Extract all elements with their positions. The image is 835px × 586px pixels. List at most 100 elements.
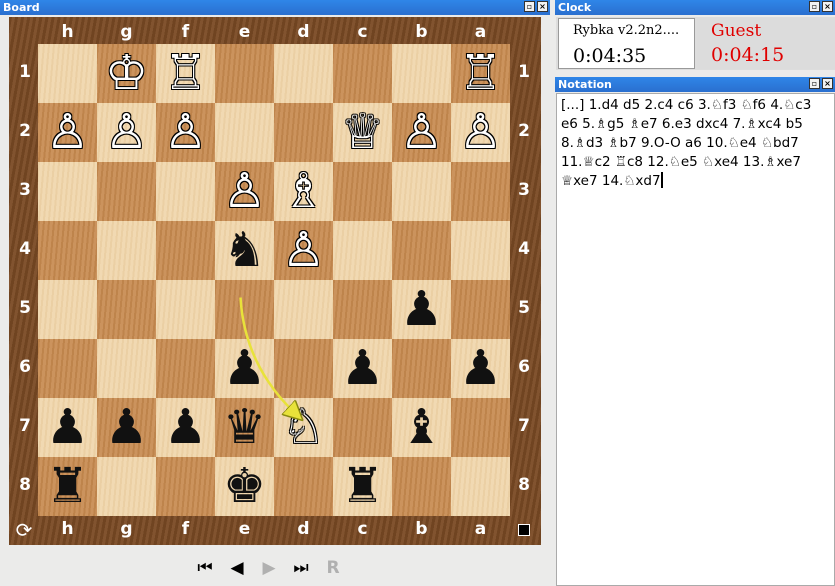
text-cursor xyxy=(660,172,663,188)
square-g4[interactable] xyxy=(97,221,156,280)
board-panel-title: Board ▫ × xyxy=(0,0,550,15)
square-a8[interactable] xyxy=(451,457,510,516)
black-king-e8[interactable]: ♚ xyxy=(215,457,274,516)
black-queen-e7[interactable]: ♛ xyxy=(215,398,274,457)
notation-box[interactable]: [...] 1.d4 d5 2.c4 c6 3.♘f3 ♘f6 4.♘c3 e6… xyxy=(556,93,835,586)
square-f5[interactable] xyxy=(156,280,215,339)
notation-panel-window-buttons: ▫ × xyxy=(809,78,833,89)
white-pawn-h2[interactable]: ♙ xyxy=(38,103,97,162)
resume-button[interactable]: R xyxy=(323,558,343,578)
notation-text[interactable]: [...] 1.d4 d5 2.c4 c6 3.♘f3 ♘f6 4.♘c3 e6… xyxy=(557,94,834,191)
undock-icon[interactable]: ▫ xyxy=(809,1,820,12)
square-g6[interactable] xyxy=(97,339,156,398)
undock-icon[interactable]: ▫ xyxy=(524,1,535,12)
rank-label-1: 1 xyxy=(19,62,31,82)
prev-move-button[interactable]: ◀ xyxy=(227,558,247,578)
white-rook-f1[interactable]: ♖ xyxy=(156,44,215,103)
white-pawn-a2[interactable]: ♙ xyxy=(451,103,510,162)
square-d2[interactable] xyxy=(274,103,333,162)
square-b1[interactable] xyxy=(392,44,451,103)
file-label-a: a xyxy=(474,22,487,42)
rank-label-4: 4 xyxy=(19,239,31,259)
black-pawn-e6[interactable]: ♟ xyxy=(215,339,274,398)
white-pawn-e3[interactable]: ♙ xyxy=(215,162,274,221)
white-king-g1[interactable]: ♔ xyxy=(97,44,156,103)
black-rook-h8[interactable]: ♜ xyxy=(38,457,97,516)
square-e5[interactable] xyxy=(215,280,274,339)
file-label-d: d xyxy=(297,519,310,539)
square-f8[interactable] xyxy=(156,457,215,516)
square-d8[interactable] xyxy=(274,457,333,516)
square-g3[interactable] xyxy=(97,162,156,221)
black-rook-c8[interactable]: ♜ xyxy=(333,457,392,516)
square-d5[interactable] xyxy=(274,280,333,339)
black-bishop-b7[interactable]: ♝ xyxy=(392,398,451,457)
square-g8[interactable] xyxy=(97,457,156,516)
black-pawn-g7[interactable]: ♟ xyxy=(97,398,156,457)
close-icon[interactable]: × xyxy=(822,1,833,12)
file-label-e: e xyxy=(238,22,251,42)
square-a7[interactable] xyxy=(451,398,510,457)
square-g5[interactable] xyxy=(97,280,156,339)
rank-label-8: 8 xyxy=(518,475,530,495)
square-a5[interactable] xyxy=(451,280,510,339)
black-pawn-f7[interactable]: ♟ xyxy=(156,398,215,457)
square-a3[interactable] xyxy=(451,162,510,221)
black-knight-e4[interactable]: ♞ xyxy=(215,221,274,280)
first-move-button[interactable]: ⏮ xyxy=(195,558,215,578)
black-pawn-c6[interactable]: ♟ xyxy=(333,339,392,398)
white-rook-a1[interactable]: ♖ xyxy=(451,44,510,103)
square-b4[interactable] xyxy=(392,221,451,280)
close-icon[interactable]: × xyxy=(822,78,833,89)
rank-label-4: 4 xyxy=(518,239,530,259)
black-pawn-a6[interactable]: ♟ xyxy=(451,339,510,398)
square-b3[interactable] xyxy=(392,162,451,221)
white-pawn-g2[interactable]: ♙ xyxy=(97,103,156,162)
square-h6[interactable] xyxy=(38,339,97,398)
rank-label-2: 2 xyxy=(518,121,530,141)
square-e1[interactable] xyxy=(215,44,274,103)
square-h5[interactable] xyxy=(38,280,97,339)
engine-time: 0:04:35 xyxy=(573,45,647,67)
square-c5[interactable] xyxy=(333,280,392,339)
square-b8[interactable] xyxy=(392,457,451,516)
file-label-f: f xyxy=(181,22,190,42)
square-f4[interactable] xyxy=(156,221,215,280)
square-h1[interactable] xyxy=(38,44,97,103)
square-c4[interactable] xyxy=(333,221,392,280)
white-pawn-b2[interactable]: ♙ xyxy=(392,103,451,162)
rotate-board-icon[interactable]: ⟳ xyxy=(13,519,35,541)
last-move-button[interactable]: ⏭ xyxy=(291,558,311,578)
notation-panel-title-text: Notation xyxy=(558,78,612,91)
square-d6[interactable] xyxy=(274,339,333,398)
square-b6[interactable] xyxy=(392,339,451,398)
square-h4[interactable] xyxy=(38,221,97,280)
notation-panel-title: Notation ▫ × xyxy=(555,77,835,92)
white-knight-d7[interactable]: ♘ xyxy=(274,398,333,457)
rank-label-5: 5 xyxy=(518,298,530,318)
rank-label-3: 3 xyxy=(518,180,530,200)
square-h3[interactable] xyxy=(38,162,97,221)
square-e2[interactable] xyxy=(215,103,274,162)
close-icon[interactable]: × xyxy=(537,1,548,12)
rank-label-3: 3 xyxy=(19,180,31,200)
file-label-g: g xyxy=(120,22,133,42)
square-c1[interactable] xyxy=(333,44,392,103)
white-pawn-d4[interactable]: ♙ xyxy=(274,221,333,280)
white-queen-c2[interactable]: ♕ xyxy=(333,103,392,162)
square-a4[interactable] xyxy=(451,221,510,280)
undock-icon[interactable]: ▫ xyxy=(809,78,820,89)
white-pawn-f2[interactable]: ♙ xyxy=(156,103,215,162)
square-f3[interactable] xyxy=(156,162,215,221)
clock-panel-title: Clock ▫ × xyxy=(555,0,835,15)
black-pawn-h7[interactable]: ♟ xyxy=(38,398,97,457)
chess-board[interactable]: ♔ ♖ ♖ ♙ ♙ ♙ ♕ ♙ ♙ ♙ ♗ ♞ ♙ ♟ ♟ ♟ ♟ ♟ ♟ ♟ ♛ ♘ ♝ ♜ ♚ ♜ xyxy=(38,44,510,516)
next-move-button[interactable]: ▶ xyxy=(259,558,279,578)
square-c3[interactable] xyxy=(333,162,392,221)
square-c7[interactable] xyxy=(333,398,392,457)
square-d1[interactable] xyxy=(274,44,333,103)
black-pawn-b5[interactable]: ♟ xyxy=(392,280,451,339)
move-list[interactable]: [...] 1.d4 d5 2.c4 c6 3.♘f3 ♘f6 4.♘c3 e6… xyxy=(561,97,811,189)
square-f6[interactable] xyxy=(156,339,215,398)
white-bishop-d3[interactable]: ♗ xyxy=(274,162,333,221)
